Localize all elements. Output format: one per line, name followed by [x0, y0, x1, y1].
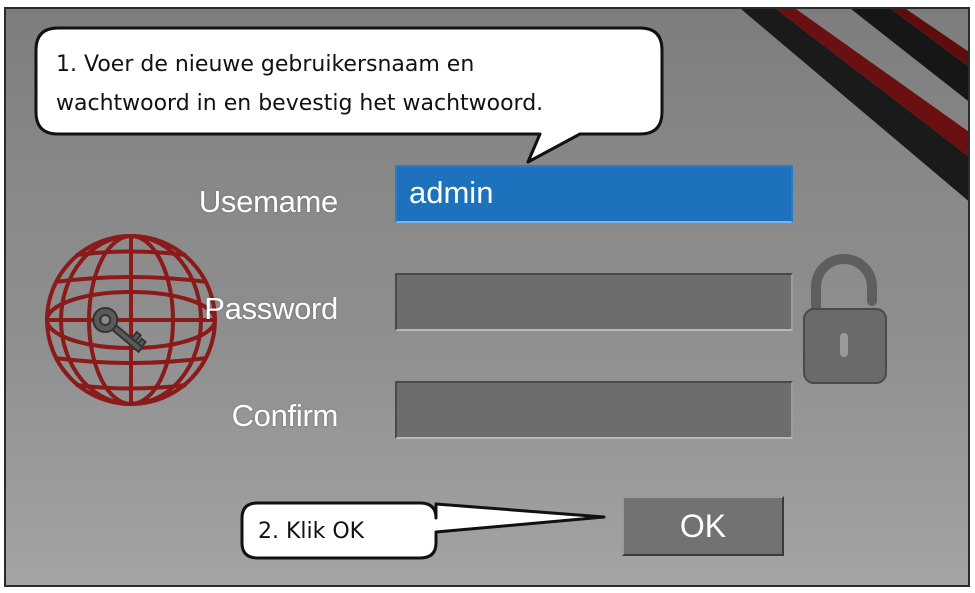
callout-step1-line1: 1. Voer de nieuwe gebruikersnaam en: [56, 52, 475, 77]
callout-step2: 2. Klik OK: [258, 519, 365, 544]
callout-step1-line2: wachtwoord in en bevestig het wachtwoord…: [56, 91, 544, 116]
